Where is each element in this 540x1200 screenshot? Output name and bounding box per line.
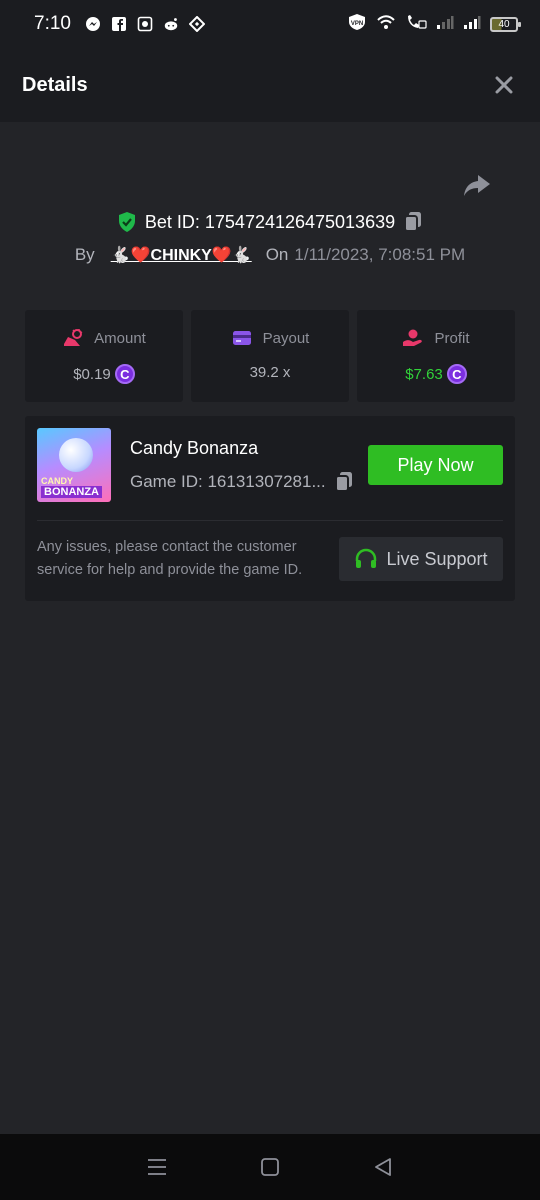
binance-icon xyxy=(188,16,205,32)
copy-icon xyxy=(334,472,352,492)
coin-icon: C xyxy=(114,364,135,384)
thumbnail-line1: CANDY xyxy=(41,476,74,486)
home-square-icon xyxy=(261,1158,279,1176)
status-time: 7:10 xyxy=(34,13,71,34)
page-title: Details xyxy=(22,73,88,96)
status-system-icons: VPN 40 xyxy=(347,13,521,36)
profit-value: $7.63 xyxy=(405,365,443,383)
on-label: On xyxy=(265,245,289,264)
amount-value: $0.19 xyxy=(73,365,111,383)
home-button[interactable] xyxy=(255,1152,285,1182)
profit-label: Profit xyxy=(434,329,470,347)
back-button[interactable] xyxy=(368,1152,398,1182)
recent-apps-button[interactable] xyxy=(142,1152,172,1182)
signal-icon xyxy=(436,14,454,35)
payout-card: Payout 39.2 x xyxy=(191,310,349,402)
vpn-icon: VPN xyxy=(347,13,367,36)
status-app-icons xyxy=(85,16,205,32)
facebook-icon xyxy=(111,16,127,32)
live-support-label: Live Support xyxy=(386,548,488,569)
details-header: Details xyxy=(0,48,540,122)
amount-card: Amount $0.19 C xyxy=(25,310,183,402)
wifi-icon xyxy=(376,14,396,35)
live-support-button[interactable]: Live Support xyxy=(339,537,503,581)
share-button[interactable] xyxy=(462,172,492,200)
messenger-icon xyxy=(85,16,101,32)
payout-icon xyxy=(232,331,251,345)
share-icon xyxy=(464,175,490,196)
game-id-row: Game ID: 16131307281... xyxy=(130,471,354,493)
copy-icon xyxy=(404,212,422,232)
game-id: Game ID: 16131307281... xyxy=(130,472,326,491)
amount-icon xyxy=(64,329,83,346)
profit-icon xyxy=(403,329,423,346)
profit-card: Profit $7.63 C xyxy=(357,310,515,402)
bet-author-row: By 🐇❤️CHINKY❤️🐇 On 1/11/2023, 7:08:51 PM xyxy=(0,242,540,268)
game-card: CANDY BONANZA Candy Bonanza Game ID: 161… xyxy=(25,416,515,601)
shield-check-icon xyxy=(118,212,135,232)
game-thumbnail[interactable]: CANDY BONANZA xyxy=(37,428,111,502)
back-triangle-icon xyxy=(375,1158,392,1176)
thumbnail-line2: BONANZA xyxy=(41,486,102,498)
by-label: By xyxy=(74,245,95,264)
copy-game-id-button[interactable] xyxy=(334,471,354,493)
support-hint-text: Any issues, please contact the customer … xyxy=(37,539,303,578)
coin-icon: C xyxy=(446,364,467,384)
battery-indicator: 40 xyxy=(490,16,521,32)
close-icon xyxy=(495,76,513,94)
signal-icon xyxy=(463,14,481,35)
system-nav-bar xyxy=(0,1134,540,1200)
copy-bet-id-button[interactable] xyxy=(403,211,423,233)
payout-value: 39.2 x xyxy=(249,364,291,381)
reddit-icon xyxy=(163,16,179,32)
play-now-button[interactable]: Play Now xyxy=(368,445,503,485)
gallery-icon xyxy=(137,16,153,32)
bet-id-row: Bet ID: 1754724126475013639 xyxy=(0,208,540,236)
menu-icon xyxy=(147,1159,166,1175)
bet-stats: Amount $0.19 C Payout 39.2 x Profit $7.6… xyxy=(25,310,515,402)
candy-ball-graphic xyxy=(59,438,93,472)
username-link[interactable]: 🐇❤️CHINKY❤️🐇 xyxy=(111,245,252,265)
game-title: Candy Bonanza xyxy=(130,438,259,458)
volte-icon xyxy=(405,14,427,35)
payout-label: Payout xyxy=(262,329,310,347)
divider xyxy=(37,520,503,521)
close-button[interactable] xyxy=(490,71,518,99)
svg-text:VPN: VPN xyxy=(351,21,363,27)
bet-date: 1/11/2023, 7:08:51 PM xyxy=(294,245,466,264)
bet-id: Bet ID: 1754724126475013639 xyxy=(144,211,396,232)
headset-icon xyxy=(356,548,377,568)
status-bar: 7:10 VPN 40 xyxy=(0,0,540,48)
amount-label: Amount xyxy=(94,329,146,347)
